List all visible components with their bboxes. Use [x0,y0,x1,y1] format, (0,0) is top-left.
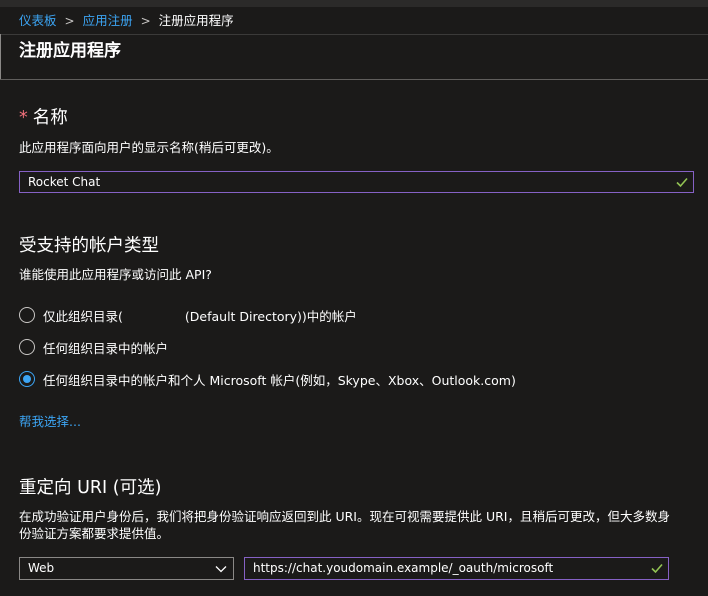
radio-button-selected[interactable] [19,371,35,387]
name-input[interactable]: Rocket Chat [19,171,694,193]
breadcrumb-separator: > [140,14,151,28]
name-label: 名称 [32,108,68,128]
radio-label-multi-tenant: 任何组织目录中的帐户 [43,340,169,356]
radio-label-multi-tenant-personal: 任何组织目录中的帐户和个人 Microsoft 帐户(例如，Skype、Xbox… [43,372,516,388]
radio-label-single-tenant-b: (Default Directory))中的帐户 [184,308,357,324]
blade-edge [0,34,1,80]
top-strip [0,0,708,7]
breadcrumb-separator: > [64,14,75,28]
breadcrumb-current: 注册应用程序 [158,13,234,28]
title-divider [0,79,708,80]
radio-button-unselected[interactable] [19,339,35,355]
redirect-uri-input[interactable]: https://chat.youdomain.example/_oauth/mi… [244,557,669,580]
redirect-uri-description-line2: 份验证方案都要求提供值。 [19,526,170,541]
radio-option-single-tenant[interactable]: 仅此组织目录( (Default Directory))中的帐户 [19,305,357,325]
platform-select-value: Web [28,561,55,575]
chevron-down-icon [215,566,227,573]
radio-option-multi-tenant-personal[interactable]: 任何组织目录中的帐户和个人 Microsoft 帐户(例如，Skype、Xbox… [19,369,516,389]
required-marker: * [19,108,28,128]
breadcrumb-dashboard-link[interactable]: 仪表板 [19,12,57,30]
platform-select[interactable]: Web [19,557,234,580]
name-section-title: * 名称 [19,107,68,129]
account-types-question: 谁能使用此应用程序或访问此 API? [19,267,212,282]
account-types-title: 受支持的帐户类型 [19,236,159,256]
name-description: 此应用程序面向用户的显示名称(稍后可更改)。 [19,140,279,155]
help-me-choose-link[interactable]: 帮我选择... [19,411,81,430]
redirect-uri-title: 重定向 URI (可选) [19,478,162,498]
breadcrumb-app-registrations-link[interactable]: 应用注册 [83,12,133,30]
redirect-uri-description-line1: 在成功验证用户身份后，我们将把身份验证响应返回到此 URI。现在可视需要提供此 … [19,509,670,524]
redirect-uri-input-value: https://chat.youdomain.example/_oauth/mi… [253,561,554,575]
checkmark-icon [676,177,688,188]
breadcrumb: 仪表板 > 应用注册 > 注册应用程序 [19,12,234,30]
name-input-value: Rocket Chat [28,175,101,189]
radio-button-unselected[interactable] [19,307,35,323]
radio-option-multi-tenant[interactable]: 任何组织目录中的帐户 [19,337,168,357]
header-divider [0,34,708,35]
page-title: 注册应用程序 [19,41,121,61]
checkmark-icon [651,563,663,574]
radio-label-single-tenant-a: 仅此组织目录( [43,308,123,324]
